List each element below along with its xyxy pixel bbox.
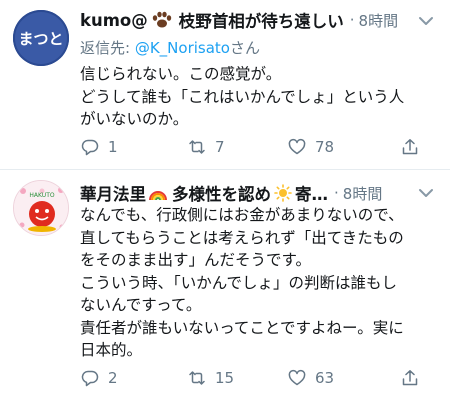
display-name-suffix[interactable]: 寄… xyxy=(295,181,328,205)
sun-icon xyxy=(274,184,292,202)
separator-dot: · xyxy=(334,184,339,202)
like-count: 78 xyxy=(315,138,335,156)
separator-dot: · xyxy=(349,11,355,29)
share-icon xyxy=(402,139,418,155)
reply-prefix: 返信先: xyxy=(80,39,135,57)
display-name-suffix[interactable]: 枝野首相が待ち遠しい xyxy=(179,8,344,32)
tweet-text-line: がいないのか。 xyxy=(80,110,189,128)
like-icon xyxy=(288,369,306,386)
tweet-header: kumo@ 枝野首相が待ち遠しい · 8時間 xyxy=(80,7,398,33)
reply-count: 1 xyxy=(108,138,118,156)
tweet[interactable]: まつと kumo@ 枝野首相が待ち遠しい · 8時間 返信先: @K_Noris… xyxy=(0,0,450,170)
tweet-text-line: 責任者が誰もいないってことですよねー。実に xyxy=(80,318,404,337)
like-button[interactable]: 63 xyxy=(287,368,334,388)
tweet-text-line: こういう時、「いかんでしょ」の判断は誰もし xyxy=(80,273,397,292)
tweet-text-line: をそのまま出す」んだそうです。 xyxy=(80,251,311,269)
avatar-lettering: HAKUTO xyxy=(29,192,54,199)
avatar[interactable]: HAKUTO xyxy=(13,180,69,236)
like-icon xyxy=(288,138,306,155)
avatar-image: HAKUTO xyxy=(14,181,68,235)
reply-icon xyxy=(81,139,99,156)
tweet-text-line: なんでも、行政側にはお金があまりないので、 xyxy=(80,206,404,224)
tweet[interactable]: HAKUTO 華月法里 多様性を認め 寄… · 8時間 なんでも、行政側にはお金… xyxy=(0,170,450,403)
reply-button[interactable]: 2 xyxy=(80,368,118,388)
tweet-text-line: ないんですって。 xyxy=(80,296,202,314)
tweet-header: 華月法里 多様性を認め 寄… · 8時間 xyxy=(80,180,382,206)
chevron-down-icon[interactable] xyxy=(416,11,436,31)
display-name[interactable]: 華月法里 xyxy=(80,181,146,205)
tweet-text: 信じられない。この感覚が。 どうして誰も「これはいかんでしょ」という人 がいない… xyxy=(80,63,404,131)
share-icon xyxy=(402,370,418,386)
rainbow-icon xyxy=(148,185,168,201)
paw-icon xyxy=(151,11,173,29)
tweet-text: なんでも、行政側にはお金があまりないので、 直してもらうことは考えられず「出てき… xyxy=(80,204,404,362)
tweet-text-line: 日本的。 xyxy=(80,341,143,359)
avatar-image: まつと xyxy=(13,10,69,66)
avatar-lettering: まつと xyxy=(18,30,63,48)
reply-button[interactable]: 1 xyxy=(80,137,118,157)
tweet-actions: 2 15 63 xyxy=(80,368,440,390)
reply-count: 2 xyxy=(108,369,118,387)
display-name-suffix[interactable]: 多様性を認め xyxy=(172,181,271,205)
retweet-count: 7 xyxy=(215,138,225,156)
tweet-text-line: 信じられない。この感覚が。 xyxy=(80,65,282,83)
like-button[interactable]: 78 xyxy=(287,137,334,157)
reply-handle-link[interactable]: @K_Norisato xyxy=(135,39,230,57)
reply-suffix: さん xyxy=(229,39,260,57)
display-name[interactable]: kumo@ xyxy=(80,11,148,30)
retweet-count: 15 xyxy=(215,369,235,387)
timestamp[interactable]: 8時間 xyxy=(359,10,399,31)
chevron-down-icon[interactable] xyxy=(416,183,436,203)
reply-context: 返信先: @K_Norisatoさん xyxy=(80,37,260,58)
retweet-button[interactable]: 7 xyxy=(187,137,225,157)
like-count: 63 xyxy=(315,369,335,387)
share-button[interactable] xyxy=(400,368,420,388)
tweet-text-line: 直してもらうことは考えられず「出てきたもの xyxy=(80,228,404,247)
reply-icon xyxy=(81,370,99,387)
avatar[interactable]: まつと xyxy=(13,10,69,66)
retweet-icon xyxy=(189,371,205,385)
retweet-icon xyxy=(189,140,205,154)
timestamp[interactable]: 8時間 xyxy=(343,183,383,204)
tweet-actions: 1 7 78 xyxy=(80,137,440,159)
retweet-button[interactable]: 15 xyxy=(187,368,234,388)
tweet-text-line: どうして誰も「これはいかんでしょ」という人 xyxy=(80,87,405,106)
share-button[interactable] xyxy=(400,137,420,157)
